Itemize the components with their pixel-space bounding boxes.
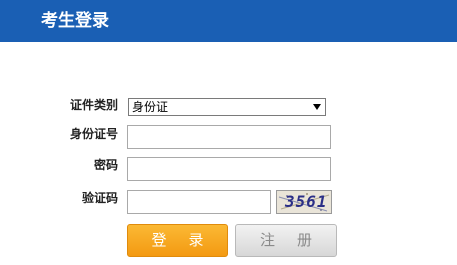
password-input[interactable] [127, 157, 331, 181]
id-number-label: 身份证号 [69, 127, 118, 141]
id-number-input[interactable] [127, 125, 331, 149]
captcha-label: 验证码 [81, 191, 118, 205]
captcha-input[interactable] [127, 190, 271, 214]
id-type-select[interactable]: 身份证 [128, 98, 326, 116]
register-button[interactable]: 注册 [235, 224, 337, 257]
captcha-image[interactable]: 3561 [276, 190, 332, 214]
login-button[interactable]: 登录 [127, 224, 228, 257]
header-bar: 考生登录 [0, 0, 457, 42]
id-type-selected-value: 身份证 [132, 100, 169, 114]
chevron-down-icon [313, 104, 321, 110]
password-label: 密码 [93, 158, 118, 172]
id-type-label: 证件类别 [69, 98, 118, 112]
page-title: 考生登录 [41, 11, 109, 31]
captcha-text: 3561 [285, 192, 328, 211]
